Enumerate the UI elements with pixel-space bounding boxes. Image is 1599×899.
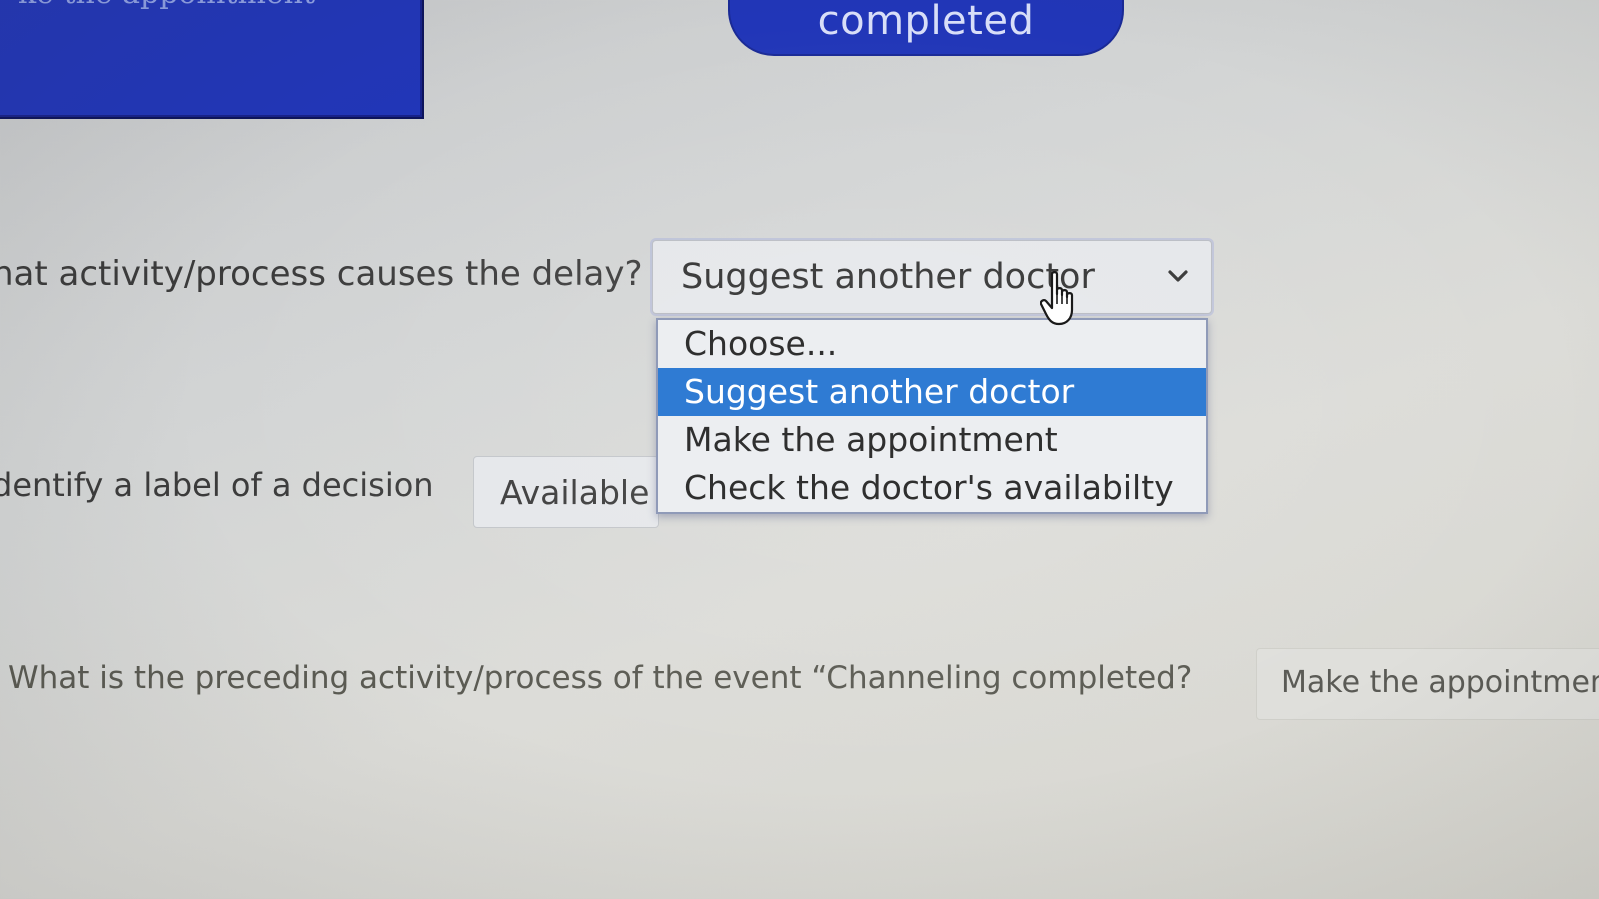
decision-label-select[interactable]: Available <box>473 456 659 528</box>
diagram-event-pill: completed <box>728 0 1124 56</box>
question-preceding-activity-prompt: What is the preceding activity/process o… <box>8 660 1193 696</box>
preceding-activity-select-value: Make the appointmen <box>1281 665 1599 700</box>
diagram-activity-box: ke the appointment <box>0 0 422 117</box>
option-check-doctor-availability[interactable]: Check the doctor's availabilty <box>658 464 1206 512</box>
chevron-down-icon <box>1168 270 1188 282</box>
diagram-activity-label: ke the appointment <box>18 0 315 11</box>
diagram-event-label: completed <box>817 0 1035 44</box>
question-decision-label-prompt: dentify a label of a decision <box>0 466 434 504</box>
question-delay-prompt: hat activity/process causes the delay? <box>0 254 643 294</box>
delay-activity-options: Choose... Suggest another doctor Make th… <box>656 318 1208 514</box>
option-suggest-another-doctor[interactable]: Suggest another doctor <box>658 368 1206 416</box>
preceding-activity-select[interactable]: Make the appointmen <box>1256 648 1599 720</box>
option-make-the-appointment[interactable]: Make the appointment <box>658 416 1206 464</box>
delay-activity-select-value: Suggest another doctor <box>681 257 1095 297</box>
delay-activity-select[interactable]: Suggest another doctor <box>652 240 1212 314</box>
decision-label-select-value: Available <box>500 473 650 512</box>
option-choose[interactable]: Choose... <box>658 320 1206 368</box>
hand-pointer-icon <box>1040 271 1074 326</box>
